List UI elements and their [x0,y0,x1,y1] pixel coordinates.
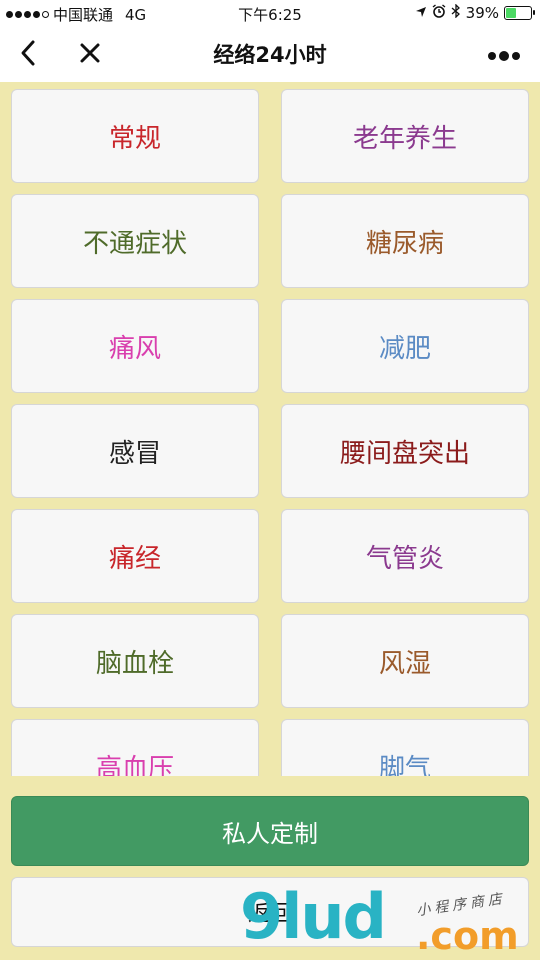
category-tile[interactable]: 脚气 [281,719,529,776]
navigation-bar: 经络24小时 [0,28,540,82]
category-tile[interactable]: 痛风 [11,299,259,393]
category-tile[interactable]: 痛经 [11,509,259,603]
battery-fill [506,8,517,18]
battery-icon [504,6,535,20]
page-title: 经络24小时 [213,43,327,67]
alarm-clock-icon [432,4,446,22]
battery-percent: 39% [465,4,499,22]
back-return-button[interactable]: 返回 [11,877,529,947]
custom-plan-button[interactable]: 私人定制 [11,796,529,866]
category-tile[interactable]: 高血压 [11,719,259,776]
bottom-action-area: 私人定制 返回 [0,776,540,960]
bluetooth-icon [451,3,461,22]
category-tile[interactable]: 腰间盘突出 [281,404,529,498]
category-tile[interactable]: 感冒 [11,404,259,498]
category-scroll-area[interactable]: 常规 老年养生 不通症状 糖尿病 痛风 减肥 感冒 腰间盘突出 痛经 气管炎 脑血栓 风湿 高血压 脚气 [0,82,540,776]
category-grid: 常规 老年养生 不通症状 糖尿病 痛风 减肥 感冒 腰间盘突出 痛经 气管炎 脑血栓 风湿 高血压 脚气 [11,89,529,776]
category-tile[interactable]: 不通症状 [11,194,259,288]
category-tile[interactable]: 气管炎 [281,509,529,603]
more-dots-icon [487,46,521,65]
category-tile[interactable]: 糖尿病 [281,194,529,288]
category-tile[interactable]: 老年养生 [281,89,529,183]
category-tile[interactable]: 常规 [11,89,259,183]
location-arrow-icon [415,4,427,22]
category-tile[interactable]: 脑血栓 [11,614,259,708]
category-tile[interactable]: 风湿 [281,614,529,708]
category-tile[interactable]: 减肥 [281,299,529,393]
status-bar: 中国联通 4G 下午6:25 39% [0,0,540,28]
more-button[interactable] [482,28,526,82]
status-right: 39% [415,3,535,22]
